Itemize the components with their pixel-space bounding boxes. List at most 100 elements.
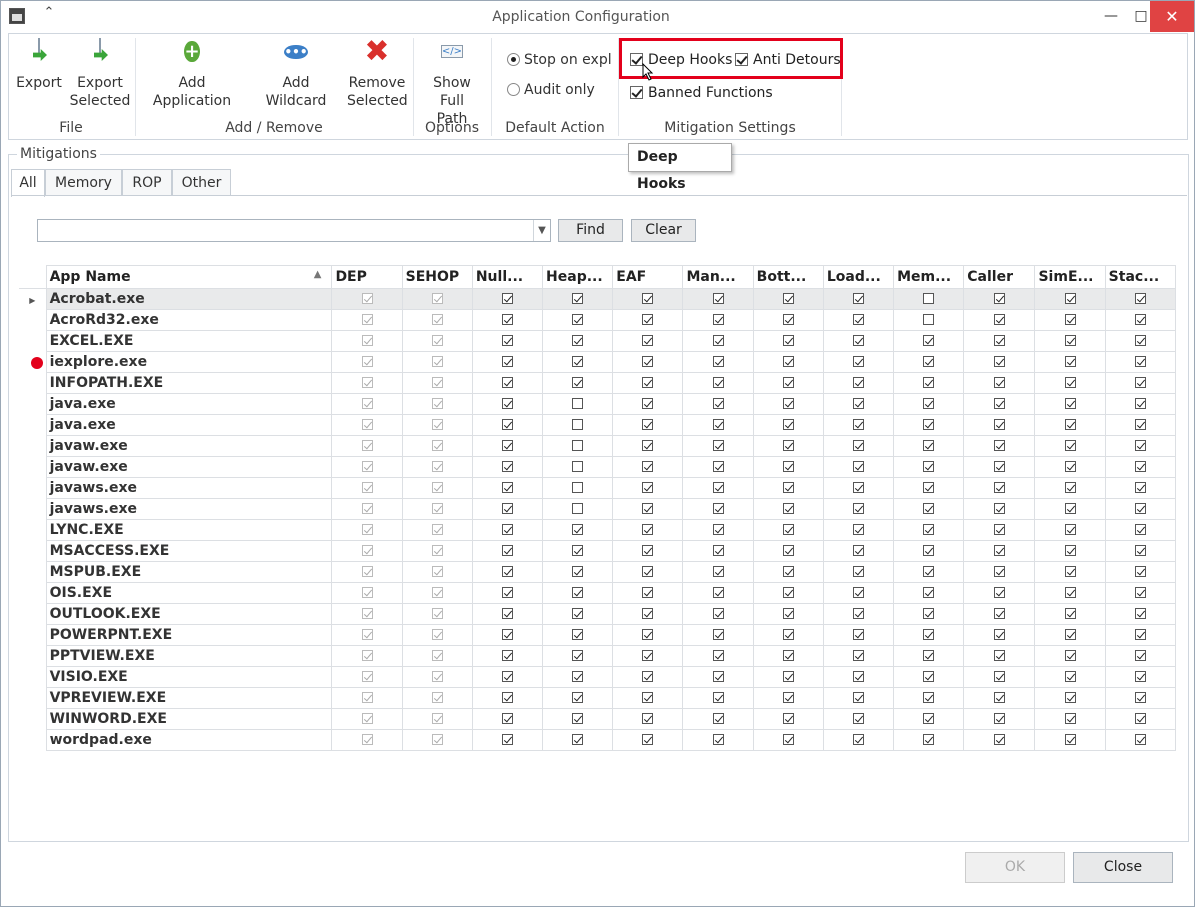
checkbox-checked-icon[interactable] [572, 608, 584, 619]
banned-functions-checkbox[interactable]: Banned Functions [630, 85, 773, 101]
checkbox-checked-icon[interactable] [993, 524, 1005, 535]
checkbox-checked-icon[interactable] [923, 377, 935, 388]
column-header[interactable]: Bott... [752, 265, 824, 289]
checkbox-checked-icon[interactable] [1134, 335, 1146, 346]
checkbox-checked-icon[interactable] [852, 692, 864, 703]
column-header[interactable]: EAF [612, 265, 684, 289]
checkbox-checked-icon[interactable] [852, 629, 864, 640]
checkbox-checked-icon[interactable] [923, 650, 935, 661]
checkbox-unchecked-icon[interactable] [923, 293, 935, 304]
checkbox-checked-icon[interactable] [572, 650, 584, 661]
checkbox-checked-icon[interactable] [782, 713, 794, 724]
table-row[interactable]: wordpad.exe [19, 729, 1177, 751]
checkbox-checked-icon[interactable] [572, 545, 584, 556]
table-row[interactable]: VISIO.EXE [19, 666, 1177, 688]
checkbox-checked-icon[interactable] [712, 671, 724, 682]
table-row[interactable]: WINWORD.EXE [19, 708, 1177, 730]
checkbox-checked-icon[interactable] [712, 335, 724, 346]
checkbox-checked-icon[interactable] [993, 440, 1005, 451]
checkbox-checked-icon[interactable] [712, 503, 724, 514]
checkbox-checked-icon[interactable] [782, 503, 794, 514]
stop-on-exploit-radio[interactable]: Stop on expl [507, 52, 612, 68]
table-row[interactable]: javaws.exe [19, 498, 1177, 520]
checkbox-checked-icon[interactable] [712, 629, 724, 640]
checkbox-checked-icon[interactable] [852, 734, 864, 745]
checkbox-checked-icon[interactable] [993, 587, 1005, 598]
checkbox-checked-icon[interactable] [1134, 650, 1146, 661]
checkbox-checked-icon[interactable] [572, 293, 584, 304]
show-full-path-button[interactable]: </> Show Full Path [419, 36, 485, 128]
checkbox-checked-icon[interactable] [1064, 314, 1076, 325]
checkbox-checked-icon[interactable] [1134, 734, 1146, 745]
checkbox-checked-icon[interactable] [1134, 419, 1146, 430]
checkbox-checked-icon[interactable] [1064, 545, 1076, 556]
checkbox-checked-icon[interactable] [1064, 524, 1076, 535]
checkbox-checked-icon[interactable] [501, 440, 513, 451]
checkbox-checked-icon[interactable] [712, 356, 724, 367]
checkbox-checked-icon[interactable] [782, 419, 794, 430]
checkbox-checked-icon[interactable] [712, 377, 724, 388]
search-combobox[interactable]: ▼ [37, 219, 551, 242]
checkbox-checked-icon[interactable] [642, 587, 654, 598]
table-row[interactable]: MSACCESS.EXE [19, 540, 1177, 562]
checkbox-checked-icon[interactable] [1134, 440, 1146, 451]
checkbox-checked-icon[interactable] [1134, 461, 1146, 472]
checkbox-checked-icon[interactable] [712, 461, 724, 472]
checkbox-checked-icon[interactable] [852, 608, 864, 619]
checkbox-checked-icon[interactable] [852, 650, 864, 661]
checkbox-checked-icon[interactable] [1064, 692, 1076, 703]
checkbox-checked-icon[interactable] [852, 314, 864, 325]
checkbox-checked-icon[interactable] [782, 734, 794, 745]
checkbox-checked-icon[interactable] [1064, 461, 1076, 472]
checkbox-checked-icon[interactable] [642, 335, 654, 346]
clear-button[interactable]: Clear [631, 219, 696, 242]
table-row[interactable]: MSPUB.EXE [19, 561, 1177, 583]
table-row[interactable]: java.exe [19, 393, 1177, 415]
checkbox-checked-icon[interactable] [501, 692, 513, 703]
checkbox-checked-icon[interactable] [923, 503, 935, 514]
checkbox-checked-icon[interactable] [642, 314, 654, 325]
checkbox-checked-icon[interactable] [1134, 356, 1146, 367]
checkbox-checked-icon[interactable] [1064, 629, 1076, 640]
checkbox-unchecked-icon[interactable] [572, 419, 584, 430]
checkbox-checked-icon[interactable] [1064, 566, 1076, 577]
checkbox-checked-icon[interactable] [642, 524, 654, 535]
checkbox-checked-icon[interactable] [572, 692, 584, 703]
checkbox-checked-icon[interactable] [1134, 587, 1146, 598]
checkbox-checked-icon[interactable] [782, 650, 794, 661]
checkbox-checked-icon[interactable] [1134, 566, 1146, 577]
checkbox-checked-icon[interactable] [852, 293, 864, 304]
checkbox-checked-icon[interactable] [782, 545, 794, 556]
table-row[interactable]: EXCEL.EXE [19, 330, 1177, 352]
checkbox-checked-icon[interactable] [642, 713, 654, 724]
checkbox-checked-icon[interactable] [712, 524, 724, 535]
checkbox-checked-icon[interactable] [1134, 713, 1146, 724]
checkbox-checked-icon[interactable] [923, 713, 935, 724]
checkbox-checked-icon[interactable] [993, 482, 1005, 493]
table-row[interactable]: iexplore.exe [19, 351, 1177, 373]
checkbox-checked-icon[interactable] [642, 461, 654, 472]
checkbox-checked-icon[interactable] [642, 482, 654, 493]
checkbox-checked-icon[interactable] [923, 587, 935, 598]
checkbox-checked-icon[interactable] [642, 692, 654, 703]
checkbox-checked-icon[interactable] [642, 503, 654, 514]
checkbox-checked-icon[interactable] [712, 608, 724, 619]
checkbox-checked-icon[interactable] [993, 356, 1005, 367]
checkbox-checked-icon[interactable] [501, 482, 513, 493]
checkbox-checked-icon[interactable] [923, 608, 935, 619]
checkbox-checked-icon[interactable] [642, 545, 654, 556]
checkbox-checked-icon[interactable] [993, 398, 1005, 409]
table-row[interactable]: LYNC.EXE [19, 519, 1177, 541]
checkbox-checked-icon[interactable] [782, 524, 794, 535]
export-selected-button[interactable]: Export Selected [69, 36, 131, 110]
checkbox-checked-icon[interactable] [923, 419, 935, 430]
checkbox-checked-icon[interactable] [852, 566, 864, 577]
checkbox-checked-icon[interactable] [1134, 314, 1146, 325]
checkbox-checked-icon[interactable] [782, 293, 794, 304]
checkbox-checked-icon[interactable] [712, 545, 724, 556]
checkbox-checked-icon[interactable] [1064, 503, 1076, 514]
checkbox-checked-icon[interactable] [501, 461, 513, 472]
audit-only-radio[interactable]: Audit only [507, 82, 595, 98]
checkbox-checked-icon[interactable] [852, 377, 864, 388]
checkbox-checked-icon[interactable] [1134, 377, 1146, 388]
